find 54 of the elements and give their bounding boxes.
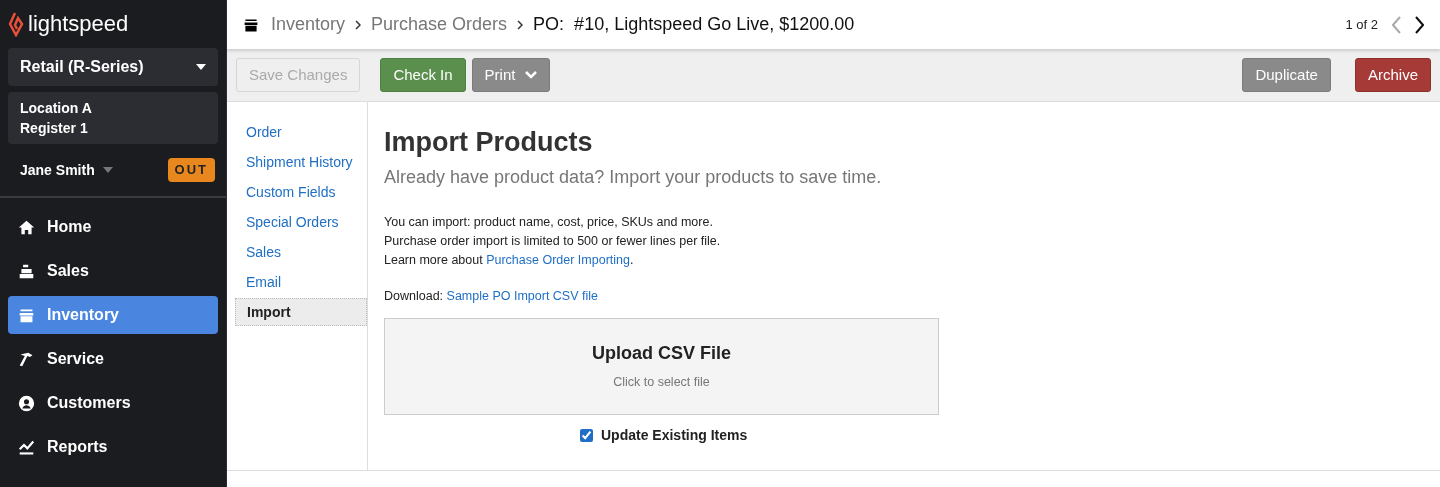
upload-title: Upload CSV File: [592, 342, 731, 366]
flame-logo-icon: [8, 11, 24, 37]
page-title: PO: #10, Lightspeed Go Live, $1200.00: [533, 13, 855, 36]
hammer-icon: [18, 350, 35, 368]
tab-link[interactable]: Special Orders: [235, 208, 367, 236]
product-name: Retail (R-Series): [20, 57, 144, 77]
help-text: Purchase order import is limited to 500 or fewer lines per file.: [384, 233, 722, 250]
register-name: Register 1: [20, 119, 89, 138]
nav-item[interactable]: Service: [8, 340, 218, 378]
toolbar-button[interactable]: Archive: [1354, 58, 1431, 92]
upload-dropzone[interactable]: Upload CSV File Click to select file: [384, 317, 939, 415]
logo-text: lightspeed: [28, 13, 129, 35]
chevron-icon: [517, 19, 524, 30]
location-name: Location A: [20, 99, 93, 118]
caret-icon: [102, 167, 113, 173]
tab-link[interactable]: Shipment History: [235, 148, 367, 176]
breadcrumb-link[interactable]: Purchase Orders: [371, 11, 508, 38]
chevron-down-icon: [525, 71, 538, 79]
checkbox[interactable]: [580, 428, 593, 442]
nav-item[interactable]: Reports: [8, 428, 218, 466]
subheading: Already have product data? Import your products to save time.: [384, 166, 883, 189]
nav-item[interactable]: Sales: [8, 252, 218, 290]
download-text: Download: Sample PO Import CSV file: [384, 288, 599, 305]
clock-out-button[interactable]: OUT: [167, 158, 215, 182]
register-icon: [18, 262, 35, 280]
tab-link[interactable]: Email: [235, 268, 367, 296]
nav-item[interactable]: Home: [8, 208, 218, 246]
home-icon: [18, 218, 35, 236]
user-menu[interactable]: Jane Smith: [20, 159, 113, 181]
page-heading: Import Products: [384, 126, 594, 159]
box-icon: [243, 16, 259, 33]
tab-link[interactable]: Order: [235, 118, 367, 146]
tab-link[interactable]: Custom Fields: [235, 178, 367, 206]
person-icon: [18, 394, 35, 412]
checkbox-label: Update Existing Items: [601, 425, 748, 445]
tab-link[interactable]: Sales: [235, 238, 367, 266]
nav-item[interactable]: Inventory: [8, 296, 218, 334]
product-selector[interactable]: Retail (R-Series): [8, 48, 218, 86]
help-text: You can import: product name, cost, price, SKUs and more.: [384, 214, 714, 231]
help-text: Learn more about Purchase Order Importing.: [384, 252, 635, 269]
chart-icon: [18, 438, 35, 456]
chevron-icon: [355, 19, 362, 30]
caret-icon: [196, 64, 206, 70]
toolbar-button[interactable]: Duplicate: [1242, 58, 1331, 92]
pager-text: 1 of 2: [1345, 15, 1378, 34]
nav-item[interactable]: Customers: [8, 384, 218, 422]
toolbar-button[interactable]: Print: [471, 58, 551, 92]
next-icon[interactable]: [1415, 15, 1424, 34]
upload-hint: Click to select file: [613, 374, 710, 392]
download-link[interactable]: Sample PO Import CSV file: [446, 289, 598, 303]
help-link[interactable]: Purchase Order Importing: [486, 253, 630, 267]
breadcrumb-link[interactable]: Inventory: [271, 11, 346, 38]
toolbar-button[interactable]: Check In: [380, 58, 466, 92]
tab-link[interactable]: Import: [235, 298, 367, 326]
